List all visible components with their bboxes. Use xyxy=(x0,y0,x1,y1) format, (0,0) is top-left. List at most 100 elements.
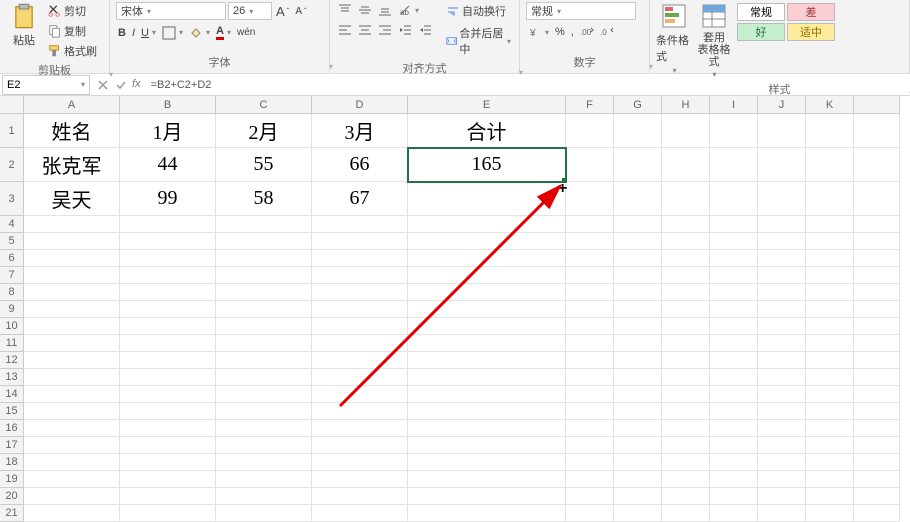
format-painter-button[interactable]: 格式刷 xyxy=(46,42,99,60)
row-header[interactable]: 5 xyxy=(0,233,24,250)
cell[interactable] xyxy=(312,352,408,369)
cell[interactable] xyxy=(662,318,710,335)
decrease-indent-button[interactable] xyxy=(396,22,414,38)
cell[interactable] xyxy=(408,216,566,233)
cell[interactable] xyxy=(854,284,900,301)
cell[interactable] xyxy=(758,301,806,318)
fill-color-button[interactable] xyxy=(187,25,212,41)
column-header[interactable]: I xyxy=(710,96,758,114)
cell[interactable] xyxy=(216,318,312,335)
column-header[interactable]: J xyxy=(758,96,806,114)
cell[interactable] xyxy=(662,148,710,182)
cell[interactable] xyxy=(854,182,900,216)
cell[interactable] xyxy=(614,148,662,182)
cell[interactable] xyxy=(710,318,758,335)
column-header[interactable]: G xyxy=(614,96,662,114)
cell[interactable] xyxy=(408,437,566,454)
cell[interactable] xyxy=(24,505,120,522)
cell[interactable] xyxy=(614,233,662,250)
cell[interactable] xyxy=(662,233,710,250)
cell[interactable] xyxy=(854,267,900,284)
row-header[interactable]: 8 xyxy=(0,284,24,301)
row-header[interactable]: 10 xyxy=(0,318,24,335)
cell[interactable] xyxy=(312,284,408,301)
cell[interactable] xyxy=(614,267,662,284)
cell[interactable] xyxy=(662,369,710,386)
cell[interactable] xyxy=(806,505,854,522)
cell[interactable] xyxy=(120,403,216,420)
row-header[interactable]: 13 xyxy=(0,369,24,386)
align-bottom-button[interactable] xyxy=(376,2,394,18)
cell[interactable] xyxy=(806,335,854,352)
cell[interactable] xyxy=(216,505,312,522)
cell[interactable] xyxy=(408,301,566,318)
column-header[interactable] xyxy=(854,96,900,114)
cell[interactable] xyxy=(408,403,566,420)
row-header[interactable]: 9 xyxy=(0,301,24,318)
cell[interactable] xyxy=(758,216,806,233)
cell[interactable] xyxy=(758,369,806,386)
cell[interactable]: 67 xyxy=(312,182,408,216)
cell[interactable] xyxy=(710,454,758,471)
cell[interactable] xyxy=(710,437,758,454)
cell[interactable] xyxy=(312,250,408,267)
cell[interactable] xyxy=(854,233,900,250)
cell[interactable]: 44 xyxy=(120,148,216,182)
bold-button[interactable]: B xyxy=(116,26,128,40)
cell[interactable] xyxy=(854,216,900,233)
format-as-table-button[interactable]: 套用 表格格式 xyxy=(696,2,732,79)
cell[interactable] xyxy=(24,352,120,369)
column-header[interactable]: C xyxy=(216,96,312,114)
cell[interactable] xyxy=(614,471,662,488)
cell[interactable] xyxy=(758,403,806,420)
column-header[interactable]: E xyxy=(408,96,566,114)
row-header[interactable]: 12 xyxy=(0,352,24,369)
cell[interactable] xyxy=(566,114,614,148)
column-header[interactable]: A xyxy=(24,96,120,114)
cell[interactable] xyxy=(312,233,408,250)
style-chip[interactable]: 常规 xyxy=(737,3,785,21)
cell[interactable] xyxy=(24,267,120,284)
cell[interactable] xyxy=(710,471,758,488)
cell[interactable] xyxy=(312,437,408,454)
cell[interactable] xyxy=(854,148,900,182)
cell[interactable] xyxy=(312,488,408,505)
cell[interactable] xyxy=(120,386,216,403)
cell[interactable] xyxy=(806,148,854,182)
cell[interactable] xyxy=(758,335,806,352)
decrease-decimal-button[interactable]: .0 xyxy=(598,24,616,40)
cell[interactable] xyxy=(408,369,566,386)
cell[interactable] xyxy=(854,454,900,471)
cell[interactable] xyxy=(758,250,806,267)
cell[interactable]: 66 xyxy=(312,148,408,182)
row-header[interactable]: 6 xyxy=(0,250,24,267)
cell[interactable] xyxy=(408,420,566,437)
row-header[interactable]: 3 xyxy=(0,182,24,216)
cell[interactable] xyxy=(312,505,408,522)
cell[interactable] xyxy=(312,335,408,352)
cell[interactable] xyxy=(566,403,614,420)
cell[interactable] xyxy=(758,114,806,148)
cell[interactable] xyxy=(614,284,662,301)
align-middle-button[interactable] xyxy=(356,2,374,18)
cell[interactable] xyxy=(566,420,614,437)
align-left-button[interactable] xyxy=(336,22,354,38)
orientation-button[interactable]: ab xyxy=(396,2,421,18)
cell[interactable] xyxy=(758,233,806,250)
cell[interactable] xyxy=(120,454,216,471)
cell[interactable] xyxy=(806,284,854,301)
cell[interactable] xyxy=(662,386,710,403)
cell[interactable] xyxy=(24,369,120,386)
comma-button[interactable]: , xyxy=(569,25,576,39)
cell[interactable] xyxy=(312,454,408,471)
cell[interactable] xyxy=(566,182,614,216)
cell[interactable] xyxy=(806,233,854,250)
cell[interactable] xyxy=(758,284,806,301)
cell[interactable] xyxy=(566,488,614,505)
confirm-formula-icon[interactable] xyxy=(114,78,128,92)
row-header[interactable]: 1 xyxy=(0,114,24,148)
cell[interactable] xyxy=(120,284,216,301)
cell[interactable] xyxy=(662,505,710,522)
cell[interactable] xyxy=(854,403,900,420)
cell[interactable] xyxy=(216,369,312,386)
